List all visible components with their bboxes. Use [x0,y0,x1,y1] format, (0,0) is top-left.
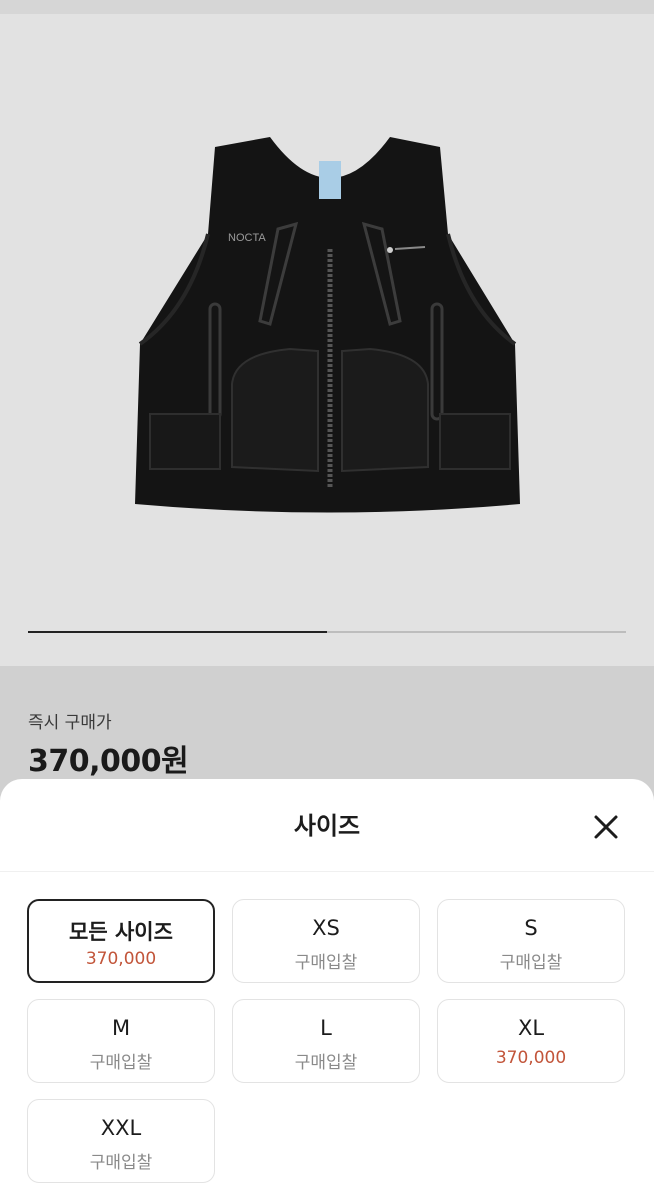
product-image: NOCTA [135,137,520,513]
size-option-sub: 구매입찰 [89,1053,153,1073]
gallery-progress-fill [28,631,327,633]
sheet-divider [0,871,654,872]
close-button[interactable] [584,805,628,849]
size-option-xs[interactable]: XS 구매입찰 [232,899,420,983]
status-strip [0,0,654,14]
size-option-name: XL [517,1016,545,1040]
instant-price-value: 370,000원 [28,744,189,779]
close-icon [594,815,618,839]
instant-price-label: 즉시 구매가 [28,713,112,733]
sheet-title: 사이즈 [293,812,361,840]
sheet-header: 사이즈 [0,779,654,872]
size-option-name: 모든 사이즈 [69,920,173,944]
size-option-sub: 구매입찰 [499,953,563,973]
size-option-xxl[interactable]: XXL 구매입찰 [27,1099,215,1183]
size-option-name: L [320,1016,332,1040]
size-option-l[interactable]: L 구매입찰 [232,999,420,1083]
size-option-name: XXL [100,1116,142,1140]
size-option-sub: 구매입찰 [294,953,358,973]
size-option-sub: 370,000 [495,1048,567,1068]
size-option-name: M [111,1016,131,1040]
size-option-sub: 구매입찰 [89,1153,153,1173]
gallery-progress [28,631,626,633]
size-option-name: S [524,916,538,940]
size-option-m[interactable]: M 구매입찰 [27,999,215,1083]
size-option-sub: 370,000 [85,949,157,969]
size-option-name: XS [312,916,340,940]
brand-mark: NOCTA [228,232,266,244]
size-option-xl[interactable]: XL 370,000 [437,999,625,1083]
size-option-sub: 구매입찰 [294,1053,358,1073]
product-gallery[interactable]: NOCTA [0,14,654,666]
size-option-s[interactable]: S 구매입찰 [437,899,625,983]
size-bottom-sheet: 사이즈 모든 사이즈 370,000 XS 구매입찰 S 구매입찰 M 구매입찰… [0,779,654,1200]
size-option-all[interactable]: 모든 사이즈 370,000 [27,899,215,983]
